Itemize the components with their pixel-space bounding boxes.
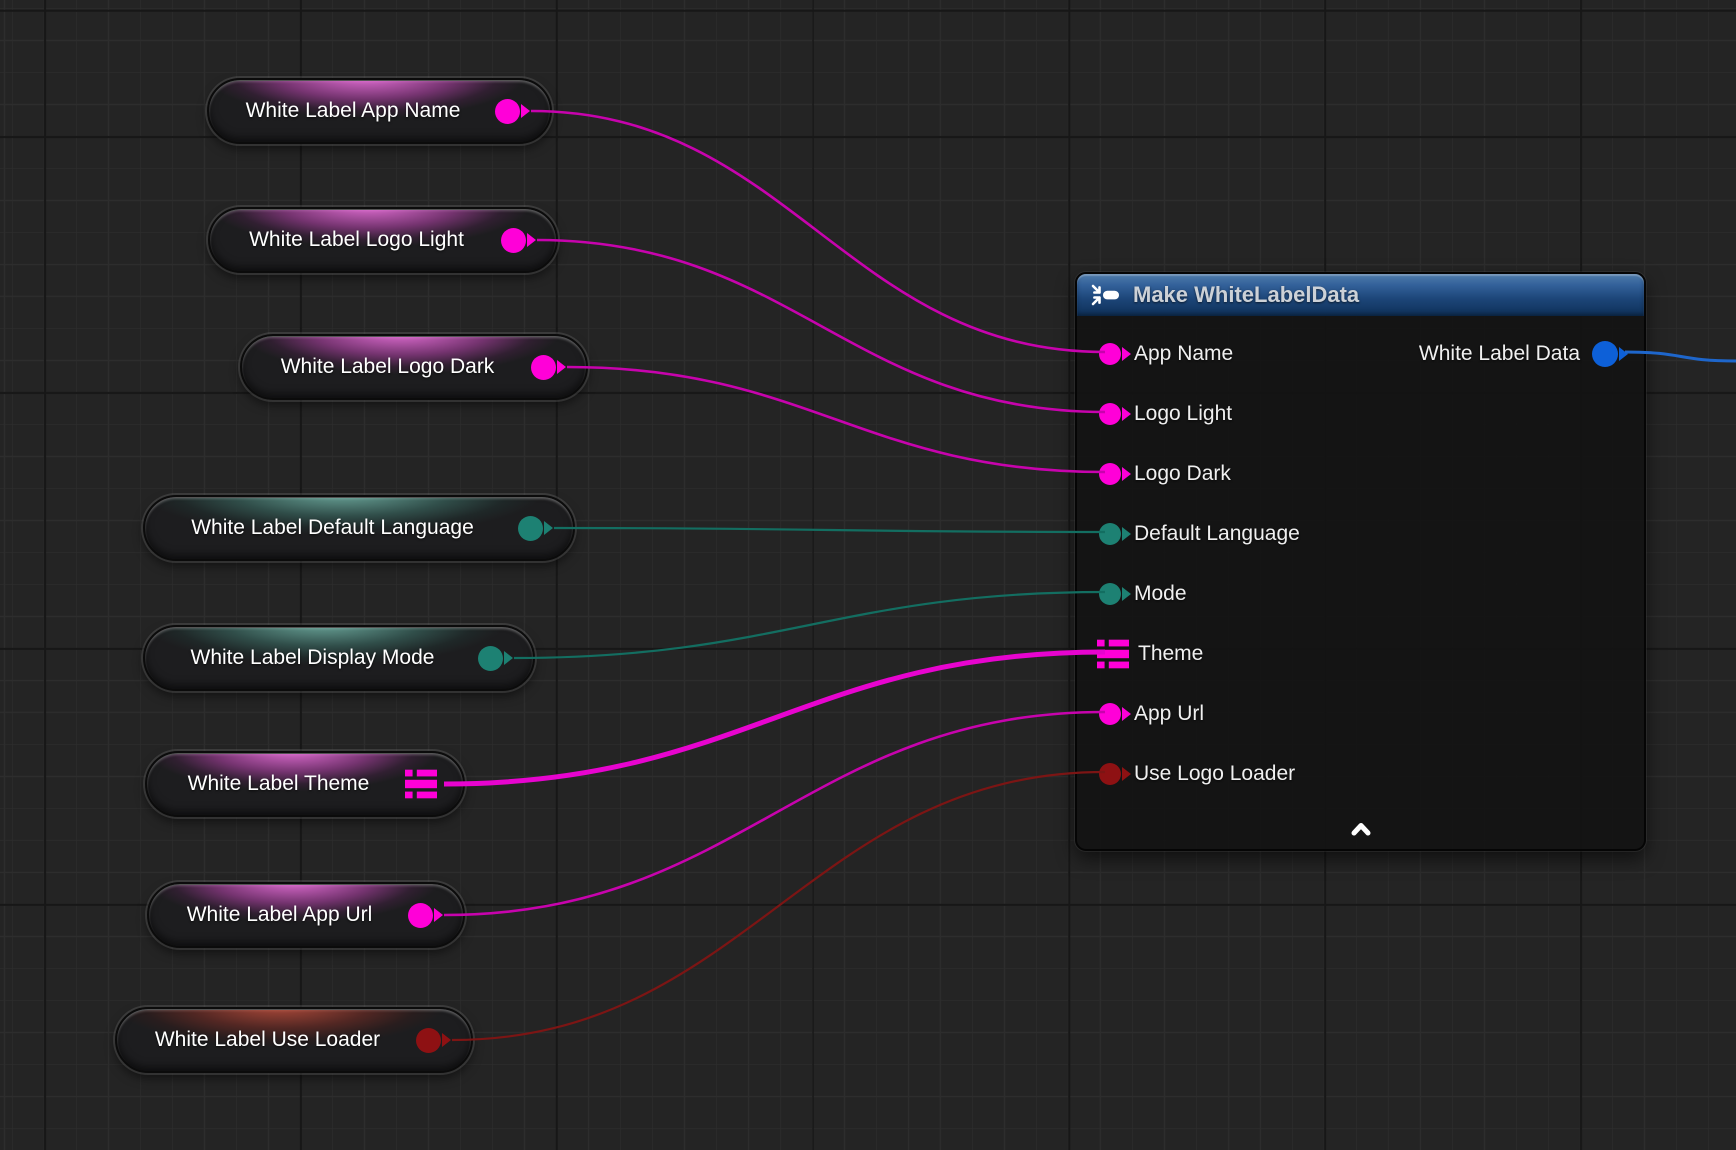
make-struct-icon: [1091, 284, 1121, 306]
input-pin-label: Logo Dark: [1134, 462, 1231, 486]
node-pin-row: Mode: [1077, 564, 1644, 624]
input-pin-string[interactable]: [1099, 343, 1121, 365]
wire-struct[interactable]: [444, 652, 1105, 784]
input-pin-label: Use Logo Loader: [1134, 762, 1295, 786]
input-pin-group: App Name: [1099, 342, 1233, 366]
input-pin-group: Default Language: [1099, 522, 1300, 546]
wire-string[interactable]: [567, 367, 1105, 472]
struct-output-pin-icon[interactable]: [405, 769, 437, 799]
variable-node-white-label-logo-dark[interactable]: White Label Logo Dark: [240, 334, 588, 400]
wire-enum[interactable]: [514, 592, 1105, 658]
variable-node-label: White Label Logo Dark: [264, 355, 511, 379]
output-pin-struct[interactable]: [1592, 341, 1618, 367]
node-title: Make WhiteLabelData: [1133, 282, 1359, 308]
variable-node-white-label-use-loader[interactable]: White Label Use Loader: [115, 1007, 473, 1073]
input-pin-group: Use Logo Loader: [1099, 762, 1295, 786]
variable-node-white-label-app-name[interactable]: White Label App Name: [207, 78, 552, 144]
node-pin-row: App Url: [1077, 684, 1644, 744]
input-pin-label: Theme: [1138, 642, 1203, 666]
input-pin-group: Mode: [1099, 582, 1187, 606]
input-pin-group: Logo Dark: [1099, 462, 1231, 486]
make-whitelabeldata-node[interactable]: Make WhiteLabelData App Name White Label …: [1075, 272, 1646, 851]
variable-node-label: White Label App Url: [171, 903, 388, 927]
variable-node-label: White Label Use Loader: [139, 1028, 396, 1052]
input-pin-enum[interactable]: [1099, 523, 1121, 545]
input-pin-string[interactable]: [1099, 703, 1121, 725]
output-pin-group: White Label Data: [1419, 341, 1618, 367]
variable-node-label: White Label Theme: [169, 772, 388, 796]
input-pin-group: App Url: [1099, 702, 1204, 726]
output-pin-enum[interactable]: [478, 646, 503, 671]
input-pin-group: Theme: [1099, 639, 1203, 669]
node-pin-row: App Name White Label Data: [1077, 324, 1644, 384]
wire-string[interactable]: [444, 712, 1105, 915]
wire-string[interactable]: [531, 111, 1105, 352]
output-pin-string[interactable]: [408, 903, 433, 928]
input-pin-enum[interactable]: [1099, 583, 1121, 605]
input-pin-string[interactable]: [1099, 403, 1121, 425]
input-pin-group: Logo Light: [1099, 402, 1232, 426]
input-pin-label: App Url: [1134, 702, 1204, 726]
collapse-node-button[interactable]: [1342, 815, 1380, 841]
input-pin-label: Default Language: [1134, 522, 1300, 546]
node-pin-row: Logo Dark: [1077, 444, 1644, 504]
variable-node-label: White Label Default Language: [167, 516, 498, 540]
node-pin-row: Use Logo Loader: [1077, 744, 1644, 804]
variable-node-label: White Label Logo Light: [232, 228, 481, 252]
input-pin-label: App Name: [1134, 342, 1233, 366]
input-pin-bool[interactable]: [1099, 763, 1121, 785]
input-pin-label: Mode: [1134, 582, 1187, 606]
wire-string[interactable]: [537, 240, 1105, 412]
node-header[interactable]: Make WhiteLabelData: [1077, 274, 1644, 316]
variable-node-label: White Label App Name: [231, 99, 475, 123]
output-pin-label: White Label Data: [1419, 342, 1580, 366]
variable-node-white-label-default-language[interactable]: White Label Default Language: [143, 495, 575, 561]
wire-enum[interactable]: [554, 528, 1105, 532]
variable-node-white-label-theme[interactable]: White Label Theme: [145, 751, 465, 817]
input-pin-string[interactable]: [1099, 463, 1121, 485]
output-pin-string[interactable]: [501, 228, 526, 253]
variable-node-white-label-logo-light[interactable]: White Label Logo Light: [208, 207, 558, 273]
output-pin-enum[interactable]: [518, 516, 543, 541]
output-pin-bool[interactable]: [416, 1028, 441, 1053]
output-pin-string[interactable]: [531, 355, 556, 380]
blueprint-graph-canvas[interactable]: White Label App Name White Label Logo Lig…: [0, 0, 1736, 1150]
output-pin-string[interactable]: [495, 99, 520, 124]
variable-node-label: White Label Display Mode: [167, 646, 458, 670]
input-pin-label: Logo Light: [1134, 402, 1232, 426]
node-pin-row: Default Language: [1077, 504, 1644, 564]
chevron-up-icon: [1346, 818, 1376, 838]
node-pin-row: Logo Light: [1077, 384, 1644, 444]
node-pin-row: Theme: [1077, 624, 1644, 684]
variable-node-white-label-app-url[interactable]: White Label App Url: [147, 882, 465, 948]
variable-node-white-label-display-mode[interactable]: White Label Display Mode: [143, 625, 535, 691]
